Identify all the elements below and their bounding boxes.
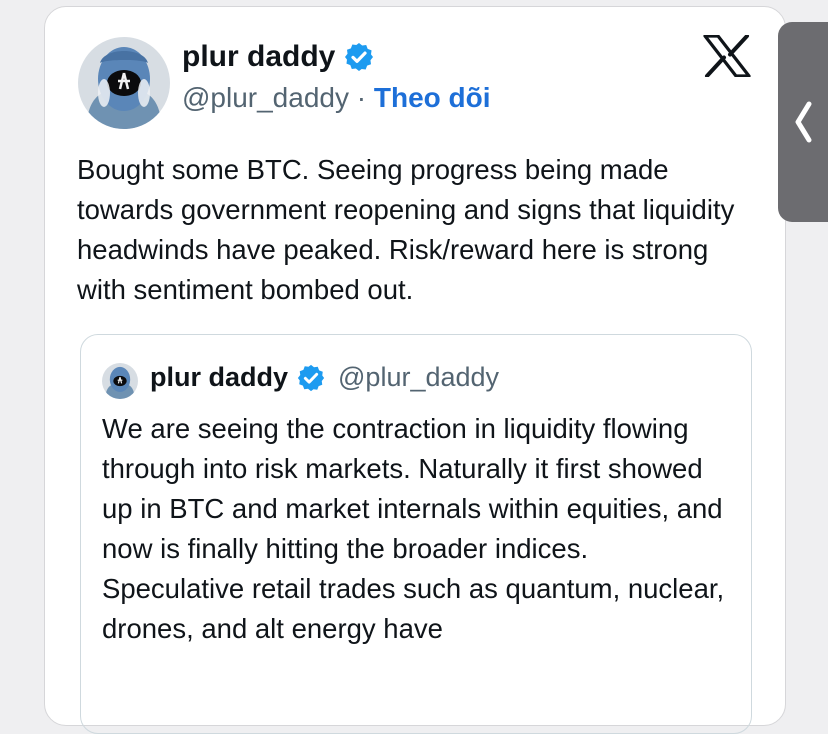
author-handle[interactable]: @plur_daddy [182,82,349,113]
author-name-row[interactable]: plur daddy [182,40,375,74]
quote-author-avatar[interactable] [102,363,138,399]
side-panel-tab[interactable] [778,22,828,222]
verified-badge-icon [343,41,375,73]
x-logo-icon[interactable] [703,34,751,78]
quote-author-name[interactable]: plur daddy [150,362,288,393]
quote-text: We are seeing the contraction in liquidi… [102,413,725,644]
quote-header: plur daddy @plur_daddy [150,362,499,393]
author-name[interactable]: plur daddy [182,40,335,74]
quote-author-handle[interactable]: @plur_daddy [338,362,499,393]
meta-separator: · [348,82,374,113]
quote-verified-badge-icon [296,363,326,393]
follow-button[interactable]: Theo dõi [374,82,491,113]
tweet-text: Bought some BTC. Seeing progress being m… [77,154,735,305]
author-meta: @plur_daddy · Theo dõi [182,82,491,114]
chevron-left-icon [795,101,812,143]
author-avatar[interactable] [78,37,170,129]
